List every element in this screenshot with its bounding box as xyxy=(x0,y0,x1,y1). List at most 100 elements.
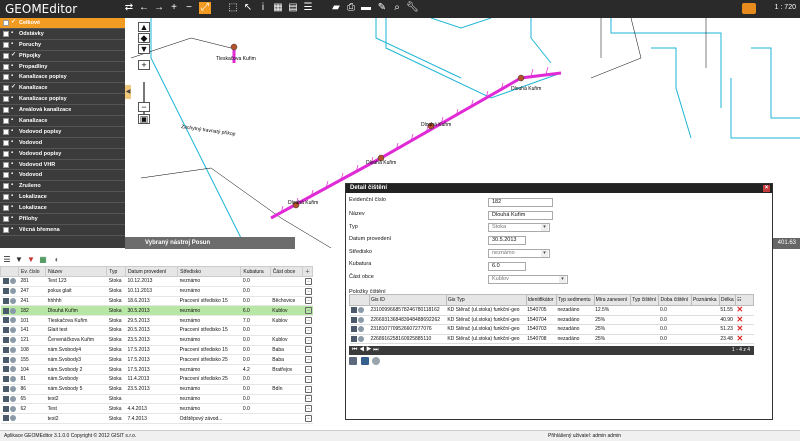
edit-icon[interactable] xyxy=(2,278,9,285)
table-row[interactable]: 281 Test 123 Stoka 10.12.2013 neznámo 0.0 → xyxy=(0,276,313,287)
stredisko-select[interactable]: neznámo xyxy=(488,249,550,258)
items-header-cell[interactable]: Typ sedimentu xyxy=(555,294,595,306)
table-row[interactable]: 104 nám.Svobody 2 Stoka 17.5.2013 neznámo 4.2… xyxy=(0,364,313,375)
layers-icon[interactable]: ▰ xyxy=(330,2,342,14)
zoom-minus-button[interactable]: − xyxy=(138,102,150,112)
info-icon[interactable]: i xyxy=(257,2,269,14)
swap-icon[interactable]: ⇄ xyxy=(123,2,135,14)
grid-scroll-area[interactable] xyxy=(313,266,345,430)
edit-icon[interactable] xyxy=(2,317,9,324)
table-row[interactable]: 62 Test Stoka 4.4.2013 neznámo 0.0 → xyxy=(0,403,313,415)
layer-checkbox[interactable] xyxy=(3,41,9,48)
grid-header-cell[interactable]: Typ xyxy=(106,266,126,277)
delete-icon[interactable]: ✕ xyxy=(737,306,744,315)
edit-icon[interactable] xyxy=(2,327,9,334)
layer-checkbox[interactable] xyxy=(3,52,9,59)
grid-header-cell[interactable]: Ev. číslo xyxy=(17,266,47,277)
delete-icon[interactable]: ✕ xyxy=(737,315,744,324)
back-icon[interactable]: ← xyxy=(138,2,150,14)
kubatura-field[interactable]: 6.0 xyxy=(488,262,526,271)
edit-icon[interactable] xyxy=(2,337,9,344)
nazev-field[interactable]: Dlouhá Kuřim xyxy=(488,211,553,220)
next-page-icon[interactable]: ▶ xyxy=(366,347,371,353)
items-row[interactable]: 2268916258160925885110 KD Stěrač (ul.stok… xyxy=(349,334,754,344)
table-row[interactable]: 101 Tleskačova Kuřim Stoka 29.5.2013 neznámo… xyxy=(0,315,313,326)
items-header-cell[interactable]: Míra zanesení xyxy=(593,294,632,306)
export-icon[interactable]: → xyxy=(304,366,312,374)
table-row[interactable]: 121 Červenáčkova Kuřim Stoka 23.5.2013 nezná… xyxy=(0,335,313,346)
delete-icon[interactable]: ✕ xyxy=(737,334,744,343)
layer-item[interactable]: ▪ Propadliny xyxy=(0,62,125,73)
grid-header-cell[interactable]: Název xyxy=(45,266,108,277)
layer-item[interactable]: ▪ Kanalizace xyxy=(0,116,125,127)
last-page-icon[interactable]: ⏭ xyxy=(373,347,378,353)
edit-icon[interactable] xyxy=(2,376,9,383)
layer-item[interactable]: ▪ Poruchy xyxy=(0,40,125,51)
layer-checkbox[interactable] xyxy=(3,96,9,103)
cast-select[interactable]: Kublov xyxy=(488,275,568,284)
zoom-to-icon[interactable] xyxy=(9,366,16,373)
table-row[interactable]: 182 Dlouhá Kuřim Stoka 30.5.2013 neznámo 6.0 K… xyxy=(0,305,313,317)
dialog-title[interactable]: Detail čištění × xyxy=(346,184,772,193)
export-icon[interactable]: → xyxy=(304,336,312,344)
items-header-cell[interactable]: Délka xyxy=(718,294,737,306)
eraser-icon[interactable]: ◐ xyxy=(52,255,62,265)
cancel-icon[interactable] xyxy=(372,357,381,365)
grid-header-cell[interactable]: Datum provedení xyxy=(124,266,179,277)
layer-checkbox[interactable] xyxy=(3,226,9,233)
save-icon[interactable] xyxy=(360,357,369,365)
layer-checkbox[interactable] xyxy=(3,205,9,212)
grid-header-cell[interactable]: Část obce xyxy=(269,266,304,277)
close-icon[interactable]: × xyxy=(763,185,770,192)
zoom-plus-button[interactable]: + xyxy=(138,60,150,70)
layer-checkbox[interactable] xyxy=(3,20,9,26)
add-icon[interactable]: ＋ xyxy=(302,266,313,277)
layer-checkbox[interactable] xyxy=(3,107,9,114)
layer-checkbox[interactable] xyxy=(3,194,9,201)
ev-field[interactable]: 182 xyxy=(488,198,553,207)
layer-item[interactable]: ✓ Přípojky xyxy=(0,51,125,62)
edit-icon[interactable] xyxy=(2,288,9,295)
items-header-cell[interactable]: Poznámka xyxy=(690,294,720,306)
layer-checkbox[interactable] xyxy=(3,150,9,157)
layer-item[interactable]: ▪ Vodovod popisy xyxy=(0,149,125,160)
table-row[interactable]: test2 Stoka 7.4.2013 Odštěpový závod... → xyxy=(0,413,313,424)
export-icon[interactable]: → xyxy=(304,375,312,383)
export-icon[interactable]: → xyxy=(304,385,312,393)
edit-icon[interactable] xyxy=(2,405,9,412)
table-row[interactable]: 141 Glait test Stoka 20.5.2013 Pracovní stře… xyxy=(0,325,313,336)
layer-checkbox[interactable] xyxy=(3,63,9,70)
table-row[interactable]: 247 pokus glait Stoka 10.11.2013 neznámo 0.0 → xyxy=(0,286,313,297)
edit-icon[interactable] xyxy=(2,356,9,363)
export-icon[interactable]: → xyxy=(304,395,312,403)
table-row[interactable]: 65 test2 Stoka neznámo 0.0 → xyxy=(0,394,313,405)
zoom-to-icon[interactable] xyxy=(9,297,16,304)
layer-checkbox[interactable] xyxy=(3,128,9,135)
filter-icon[interactable]: ▼ xyxy=(14,255,24,265)
items-header-cell[interactable]: Identifikátor xyxy=(525,294,557,306)
edit-icon[interactable] xyxy=(2,307,9,314)
world-icon[interactable]: ▣ xyxy=(138,114,150,124)
layer-checkbox[interactable] xyxy=(3,172,9,179)
layer-item[interactable]: ▪ Odstávky xyxy=(0,29,125,40)
list-icon[interactable]: ☰ xyxy=(302,2,314,14)
forward-icon[interactable]: → xyxy=(153,2,165,14)
export-icon[interactable]: → xyxy=(304,307,312,315)
items-row[interactable]: 2318107709526607277076 KD Stěrač (ul.stok… xyxy=(349,324,754,335)
zoom-to-icon[interactable] xyxy=(9,317,16,324)
layer-item[interactable]: ▪ Kanalizace popisy xyxy=(0,94,125,106)
edit-icon[interactable] xyxy=(349,357,357,365)
columns-icon[interactable]: ☷ xyxy=(735,294,754,306)
items-header-cell[interactable]: Typ čištění xyxy=(630,294,660,306)
layer-checkbox[interactable] xyxy=(3,74,9,81)
export-icon[interactable]: → xyxy=(304,356,312,364)
items-header-cell[interactable]: Gis ID xyxy=(369,294,447,306)
grid-header-cell[interactable]: Kubatura xyxy=(240,266,271,277)
pencil-icon[interactable]: ✎ xyxy=(376,2,388,14)
grid-icon[interactable]: ▤ xyxy=(287,2,299,14)
list-icon[interactable]: ☰ xyxy=(2,255,12,265)
zoom-to-icon[interactable] xyxy=(9,356,16,363)
export-icon[interactable]: → xyxy=(304,346,312,354)
zoom-to-icon[interactable] xyxy=(9,415,16,422)
zoom-to-icon[interactable] xyxy=(9,307,16,314)
